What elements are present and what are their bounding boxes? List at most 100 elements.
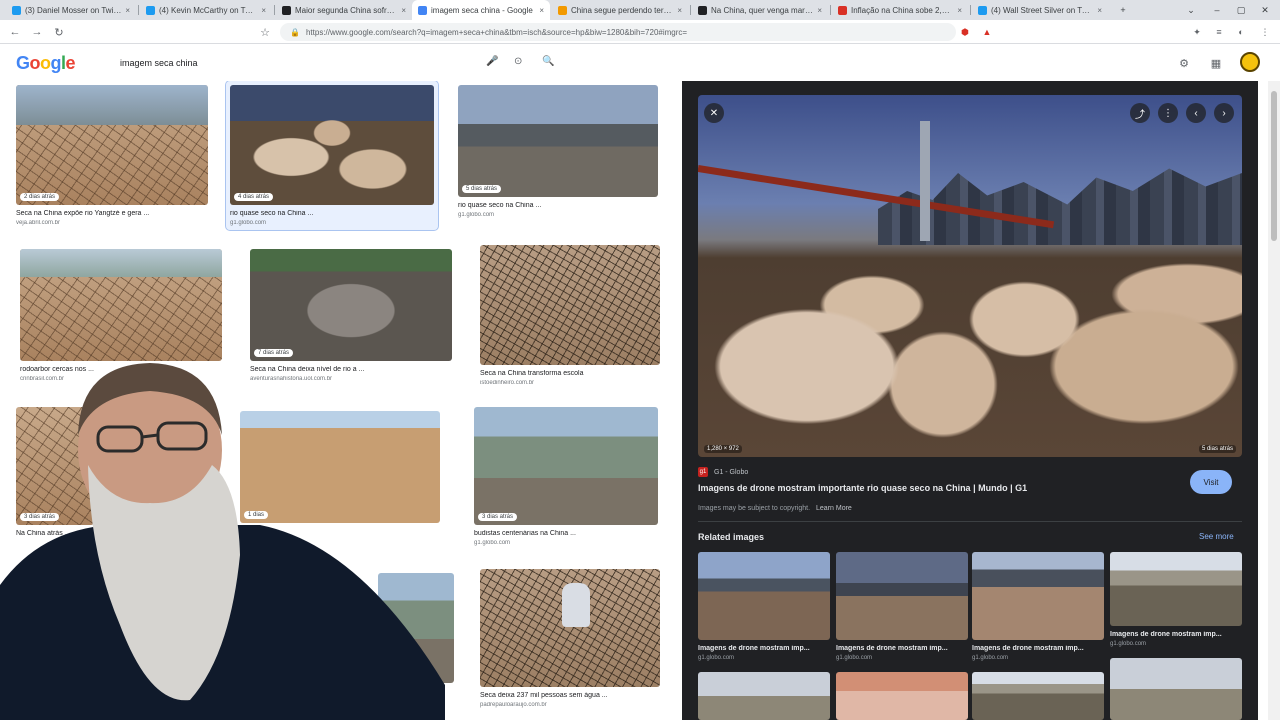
share-icon[interactable]: ⤴ [1130, 103, 1150, 123]
close-tab-icon[interactable]: × [957, 6, 962, 15]
extensions-icon[interactable]: ✦ [1190, 25, 1204, 39]
result-thumbnail[interactable]: 2 dias atrás [16, 85, 208, 205]
result-caption[interactable]: budistas centenárias na China ... [474, 530, 658, 537]
close-window-button[interactable]: ✕ [1254, 0, 1276, 20]
minimize-button[interactable]: – [1206, 0, 1228, 20]
related-caption[interactable]: Imagens de drone mostram imp... [836, 645, 968, 652]
preview-image[interactable]: 1,280 × 972 5 dias atrás [698, 95, 1242, 457]
result-caption[interactable]: Seca na China transforma escola [480, 370, 660, 377]
close-tab-icon[interactable]: × [401, 6, 406, 15]
related-image[interactable]: Imagens de drone mostram imp... g1.globo… [836, 552, 968, 661]
apps-grid-icon[interactable]: ▦ [1208, 55, 1224, 71]
related-thumbnail[interactable] [698, 552, 830, 640]
close-tab-icon[interactable]: × [125, 6, 130, 15]
related-image[interactable] [972, 672, 1104, 720]
tab-2[interactable]: (4) Kevin McCarthy on Twitter: × [140, 0, 272, 20]
result-thumbnail[interactable]: 3 dias atrás [474, 407, 658, 525]
related-thumbnail[interactable] [836, 672, 968, 720]
image-result[interactable]: 5 dias atrás rio quase seco na China ...… [458, 85, 658, 218]
new-tab-button[interactable]: + [1112, 0, 1134, 20]
image-result[interactable]: 3 dias atrás Na China atrás ... [16, 407, 94, 537]
related-image[interactable]: Imagens de drone mostram imp... g1.globo… [698, 552, 830, 661]
result-thumbnail[interactable]: 5 dias atrás [458, 85, 658, 197]
image-result[interactable] [378, 573, 454, 683]
tab-4-active[interactable]: imagem seca china - Google × [412, 0, 550, 20]
close-tab-icon[interactable]: × [539, 6, 544, 15]
learn-more-link[interactable]: Learn More [816, 505, 852, 512]
result-thumbnail[interactable]: 1 dias [240, 411, 440, 523]
tab-3[interactable]: Maior segunda China sofre com × [276, 0, 412, 20]
close-icon[interactable]: ✕ [704, 103, 724, 123]
result-thumbnail[interactable] [20, 249, 222, 361]
lens-icon[interactable]: ⊙ [514, 56, 522, 67]
see-more-link[interactable]: See more [1199, 532, 1234, 541]
scrollbar-thumb[interactable] [1271, 91, 1277, 241]
image-result[interactable]: 7 dias atrás Seca na China deixa nível d… [250, 249, 452, 382]
image-result[interactable]: Seca deixa 237 mil pessoas sem água ... … [480, 569, 660, 708]
result-caption[interactable]: rio quase seco na China ... [230, 210, 434, 217]
result-thumbnail[interactable]: 4 dias atrás [230, 85, 434, 205]
visit-button[interactable]: Visit [1190, 470, 1232, 494]
related-thumbnail[interactable] [698, 672, 830, 720]
more-options-icon[interactable]: ⋮ [1158, 103, 1178, 123]
related-caption[interactable]: Imagens de drone mostram imp... [698, 645, 830, 652]
next-image-icon[interactable]: › [1214, 103, 1234, 123]
result-thumbnail[interactable] [480, 245, 660, 365]
image-result-selected[interactable]: 4 dias atrás rio quase seco na China ...… [225, 81, 439, 231]
tab-6[interactable]: Na China, quer venga marcar × [692, 0, 828, 20]
bookmark-star-icon[interactable]: ☆ [256, 23, 274, 41]
image-result[interactable]: 3 dias atrás budistas centenárias na Chi… [474, 407, 658, 546]
related-image[interactable] [836, 672, 968, 720]
tab-8[interactable]: (4) Wall Street Silver on Twitter × [972, 0, 1108, 20]
close-tab-icon[interactable]: × [677, 6, 682, 15]
result-thumbnail[interactable]: 3 dias atrás [16, 407, 94, 525]
settings-gear-icon[interactable]: ⚙ [1176, 55, 1192, 71]
google-logo[interactable]: Google [16, 53, 76, 74]
extension-warning-icon[interactable]: ▲ [980, 25, 994, 39]
previous-image-icon[interactable]: ‹ [1186, 103, 1206, 123]
microphone-icon[interactable]: 🎤 [486, 56, 498, 67]
result-thumbnail[interactable] [378, 573, 454, 683]
forward-button[interactable]: → [28, 23, 46, 41]
image-result[interactable]: 1 dias [240, 411, 440, 523]
image-result[interactable]: rodoarbor cercas nos ... cnnbrasil.com.b… [20, 249, 222, 382]
related-thumbnail[interactable] [972, 552, 1104, 640]
close-tab-icon[interactable]: × [817, 6, 822, 15]
related-thumbnail[interactable] [972, 672, 1104, 720]
related-image[interactable]: Imagens de drone mostram imp... g1.globo… [972, 552, 1104, 661]
result-thumbnail[interactable]: 7 dias atrás [250, 249, 452, 361]
result-caption[interactable]: rio quase seco na China ... [458, 202, 658, 209]
tab-search-icon[interactable]: ⌄ [1180, 0, 1202, 20]
result-caption[interactable]: Na China atrás ... [16, 530, 94, 537]
profile-icon[interactable]: ◐ [1234, 25, 1248, 39]
result-caption[interactable]: Seca na China expõe rio Yangtzé e gera .… [16, 210, 208, 217]
preview-title[interactable]: Imagens de drone mostram importante rio … [698, 483, 1158, 493]
page-scrollbar[interactable] [1268, 81, 1280, 720]
result-caption[interactable]: Seca na China deixa nível de rio a ... [250, 366, 452, 373]
result-thumbnail[interactable] [480, 569, 660, 687]
close-tab-icon[interactable]: × [261, 6, 266, 15]
related-image[interactable] [698, 672, 830, 720]
image-result[interactable]: 2 dias atrás Seca na China expõe rio Yan… [16, 85, 208, 226]
maximize-button[interactable]: ▢ [1230, 0, 1252, 20]
extension-shield-icon[interactable]: ⬢ [958, 25, 972, 39]
close-tab-icon[interactable]: × [1097, 6, 1102, 15]
menu-icon[interactable]: ⋮ [1258, 25, 1272, 39]
media-icon[interactable]: ≡ [1212, 25, 1226, 39]
related-caption[interactable]: Imagens de drone mostram imp... [1110, 631, 1242, 638]
source-site[interactable]: g1 G1 - Globo [698, 467, 748, 477]
related-image[interactable]: Imagens de drone mostram imp... g1.globo… [1110, 552, 1242, 647]
account-avatar[interactable] [1240, 52, 1260, 72]
address-bar[interactable]: 🔒 https://www.google.com/search?q=imagem… [280, 23, 956, 41]
related-caption[interactable]: Imagens de drone mostram imp... [972, 645, 1104, 652]
tab-1[interactable]: (3) Daniel Mosser on Twitter: "U × [6, 0, 136, 20]
reload-button[interactable]: ↻ [50, 23, 68, 41]
image-result[interactable]: Seca na China transforma escola istoedin… [480, 245, 660, 386]
result-caption[interactable]: rodoarbor cercas nos ... [20, 366, 222, 373]
related-image[interactable] [1110, 658, 1242, 720]
search-icon[interactable]: 🔍 [542, 56, 554, 67]
result-caption[interactable]: Seca deixa 237 mil pessoas sem água ... [480, 692, 660, 699]
related-thumbnail[interactable] [1110, 552, 1242, 626]
related-thumbnail[interactable] [836, 552, 968, 640]
tab-5[interactable]: China segue perdendo terreno × [552, 0, 688, 20]
